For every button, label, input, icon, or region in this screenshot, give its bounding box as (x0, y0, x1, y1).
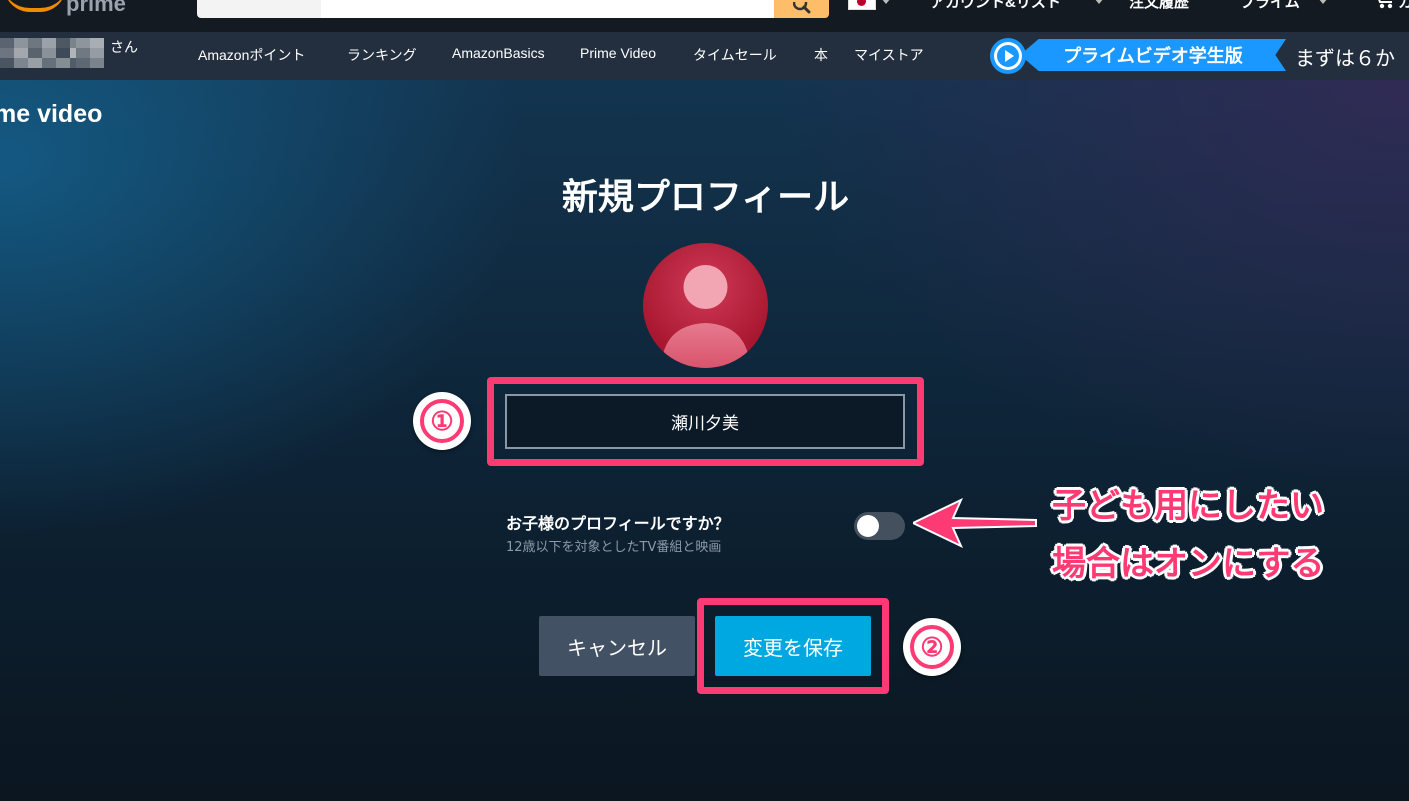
nav-amazon-points[interactable]: Amazonポイント (198, 45, 305, 65)
top-header: prime アカウント&リスト 注文履歴 プライム カ (0, 0, 1409, 32)
greeting-suffix: さん (110, 40, 138, 56)
nav-amazonbasics[interactable]: AmazonBasics (452, 45, 545, 61)
play-icon[interactable] (990, 38, 1026, 74)
kids-profile-toggle[interactable] (854, 512, 905, 540)
search-button[interactable] (774, 0, 829, 18)
search-icon (792, 2, 810, 14)
arrow-left-icon (913, 498, 1037, 548)
nav-books[interactable]: 本 (814, 45, 828, 65)
promo-text[interactable]: まずは６か (1295, 42, 1395, 71)
prime-logo-text[interactable]: prime (66, 0, 126, 17)
save-button[interactable]: 変更を保存 (715, 616, 871, 676)
annotation-note-line1: 子ども用にしたい (1052, 486, 1324, 526)
japan-flag-icon[interactable] (848, 0, 876, 10)
blurred-username-part (76, 38, 104, 68)
nav-ranking[interactable]: ランキング (347, 45, 417, 65)
page-title: 新規プロフィール (561, 177, 850, 218)
step-1-badge: ① (413, 392, 471, 450)
kids-profile-question: お子様のプロフィールですか？ (506, 514, 730, 533)
cancel-button[interactable]: キャンセル (539, 616, 695, 676)
nav-my-store[interactable]: マイストア (854, 45, 924, 65)
profile-avatar[interactable] (643, 243, 768, 368)
chevron-down-icon (1094, 0, 1104, 4)
cart-icon[interactable] (1372, 0, 1396, 10)
annotation-note-line2: 場合はオンにする (1052, 544, 1325, 584)
user-silhouette-icon (661, 265, 750, 368)
cart-label[interactable]: カ (1398, 0, 1409, 12)
kids-profile-subtext: 12歳以下を対象としたTV番組と映画 (506, 540, 722, 555)
prime-video-brand[interactable]: me video (0, 100, 102, 129)
chevron-down-icon (1318, 0, 1328, 4)
toggle-knob (857, 515, 879, 537)
profile-name-input[interactable] (505, 394, 905, 449)
search-category-dropdown[interactable] (197, 0, 322, 18)
amazon-smile-logo[interactable] (4, 0, 66, 12)
nav-timesale[interactable]: タイムセール (693, 45, 777, 65)
account-lists-link[interactable]: アカウント&リスト (930, 0, 1061, 12)
chevron-down-icon (881, 0, 891, 4)
step-2-badge: ② (903, 618, 961, 676)
prime-student-banner[interactable]: プライムビデオ学生版 (1020, 39, 1286, 71)
sub-navigation: さん Amazonポイント ランキング AmazonBasics Prime V… (0, 32, 1409, 80)
profile-edit-panel: me video 新規プロフィール ① お子様のプロフィールですか？ 12歳以下… (0, 80, 1409, 801)
prime-link[interactable]: プライム (1240, 0, 1300, 12)
search-input[interactable] (321, 0, 774, 18)
orders-link[interactable]: 注文履歴 (1129, 0, 1189, 12)
nav-prime-video[interactable]: Prime Video (580, 45, 656, 61)
